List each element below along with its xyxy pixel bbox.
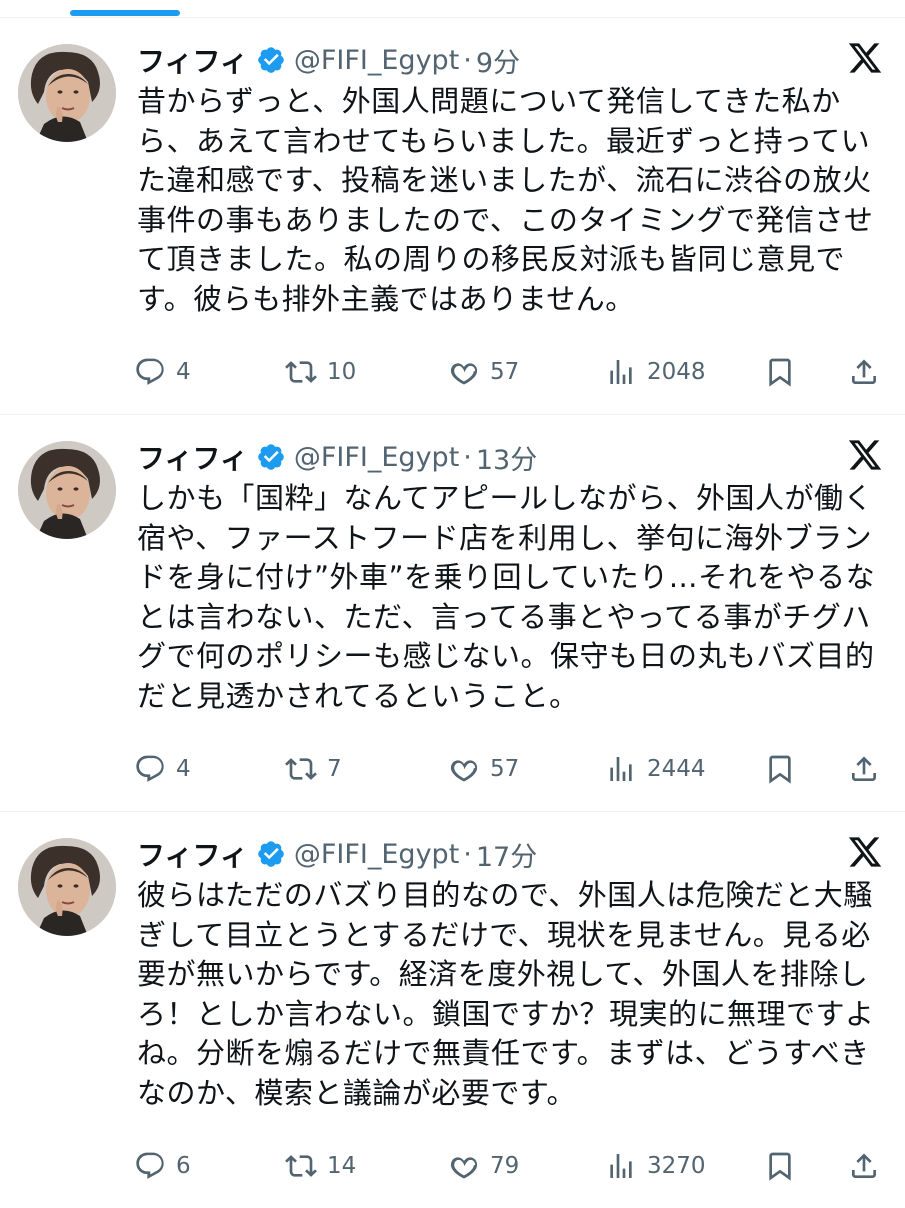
repost-icon xyxy=(285,758,317,780)
verified-badge-icon xyxy=(256,442,286,472)
tweet-actions: 4 10 57 2048 xyxy=(130,352,890,392)
views-button[interactable]: 2048 xyxy=(605,352,706,392)
repost-icon xyxy=(285,361,317,383)
heart-icon xyxy=(450,1157,478,1179)
bookmark-button[interactable] xyxy=(764,749,796,789)
avatar-image xyxy=(18,441,116,539)
reply-count: 6 xyxy=(176,1153,191,1179)
views-icon xyxy=(610,360,632,384)
tweet[interactable]: フィフィ @FIFI_Egypt · 17分 彼らはただのバズり目的なので、外国… xyxy=(0,811,905,1208)
repost-icon xyxy=(285,1155,317,1177)
repost-button[interactable]: 7 xyxy=(285,749,342,789)
reply-icon xyxy=(136,755,164,782)
separator-dot: · xyxy=(463,838,472,870)
like-button[interactable]: 79 xyxy=(448,1146,519,1186)
share-icon xyxy=(852,756,876,781)
timestamp[interactable]: 9分 xyxy=(476,41,520,80)
heart-icon xyxy=(450,363,478,385)
x-logo-icon xyxy=(847,40,883,76)
reply-count: 4 xyxy=(176,359,191,385)
repost-count: 7 xyxy=(327,756,342,782)
display-name[interactable]: フィフィ xyxy=(137,834,248,874)
like-count: 57 xyxy=(490,756,520,782)
display-name[interactable]: フィフィ xyxy=(137,40,248,80)
user-handle[interactable]: @FIFI_Egypt xyxy=(294,45,459,76)
tweet-actions: 4 7 57 2444 xyxy=(130,749,890,789)
tweet-header: フィフィ @FIFI_Egypt · 13分 xyxy=(137,435,537,479)
verified-badge-icon xyxy=(256,839,286,869)
avatar[interactable] xyxy=(18,44,116,142)
tweet-header: フィフィ @FIFI_Egypt · 9分 xyxy=(137,38,520,82)
reply-button[interactable]: 4 xyxy=(134,749,191,789)
reply-icon xyxy=(136,358,164,385)
share-icon xyxy=(852,359,876,384)
reply-count: 4 xyxy=(176,756,191,782)
tweet-header: フィフィ @FIFI_Egypt · 17分 xyxy=(137,832,537,876)
bookmark-button[interactable] xyxy=(764,1146,796,1186)
views-count: 2048 xyxy=(647,359,706,385)
like-count: 79 xyxy=(490,1153,520,1179)
repost-count: 10 xyxy=(327,359,357,385)
bookmark-button[interactable] xyxy=(764,352,796,392)
repost-button[interactable]: 10 xyxy=(285,352,356,392)
reply-button[interactable]: 6 xyxy=(134,1146,191,1186)
avatar-image xyxy=(18,838,116,936)
share-icon xyxy=(852,1153,876,1178)
share-button[interactable] xyxy=(848,352,880,392)
like-count: 57 xyxy=(490,359,520,385)
reply-icon xyxy=(136,1152,164,1179)
repost-count: 14 xyxy=(327,1153,357,1179)
views-count: 2444 xyxy=(647,756,706,782)
views-icon xyxy=(610,757,632,781)
avatar[interactable] xyxy=(18,838,116,936)
heart-icon xyxy=(450,760,478,782)
tweet-text: 彼らはただのバズり目的なので、外国人は危険だと大騒ぎして目立とうとするだけで、現… xyxy=(137,878,875,1110)
avatar-image xyxy=(18,44,116,142)
bookmark-icon xyxy=(769,1152,791,1181)
tweet[interactable]: フィフィ @FIFI_Egypt · 13分 しかも「国粋」なんてアピールしなが… xyxy=(0,414,905,811)
x-logo-icon xyxy=(847,437,883,473)
timeline: フィフィ @FIFI_Egypt · 9分 昔からずっと、外国人問題について発信… xyxy=(0,17,905,1208)
share-button[interactable] xyxy=(848,749,880,789)
repost-button[interactable]: 14 xyxy=(285,1146,356,1186)
separator-dot: · xyxy=(463,44,472,76)
tweet[interactable]: フィフィ @FIFI_Egypt · 9分 昔からずっと、外国人問題について発信… xyxy=(0,17,905,414)
bookmark-icon xyxy=(769,358,791,387)
avatar[interactable] xyxy=(18,441,116,539)
verified-badge-icon xyxy=(256,45,286,75)
tweet-text: 昔からずっと、外国人問題について発信してきた私から、あえて言わせてもらいました。… xyxy=(137,84,874,316)
timestamp[interactable]: 17分 xyxy=(476,835,537,874)
views-count: 3270 xyxy=(647,1153,706,1179)
like-button[interactable]: 57 xyxy=(448,352,519,392)
like-button[interactable]: 57 xyxy=(448,749,519,789)
tweet-actions: 6 14 79 3270 xyxy=(130,1146,890,1186)
display-name[interactable]: フィフィ xyxy=(137,437,248,477)
views-icon xyxy=(610,1154,632,1178)
reply-button[interactable]: 4 xyxy=(134,352,191,392)
tab-indicator xyxy=(70,10,180,16)
separator-dot: · xyxy=(463,441,472,473)
views-button[interactable]: 2444 xyxy=(605,749,706,789)
bookmark-icon xyxy=(769,755,791,784)
x-logo-icon xyxy=(847,834,883,870)
timestamp[interactable]: 13分 xyxy=(476,438,537,477)
views-button[interactable]: 3270 xyxy=(605,1146,706,1186)
user-handle[interactable]: @FIFI_Egypt xyxy=(294,839,459,870)
share-button[interactable] xyxy=(848,1146,880,1186)
user-handle[interactable]: @FIFI_Egypt xyxy=(294,442,459,473)
tweet-text: しかも「国粋」なんてアピールしながら、外国人が働く宿や、ファーストフード店を利用… xyxy=(137,481,876,713)
